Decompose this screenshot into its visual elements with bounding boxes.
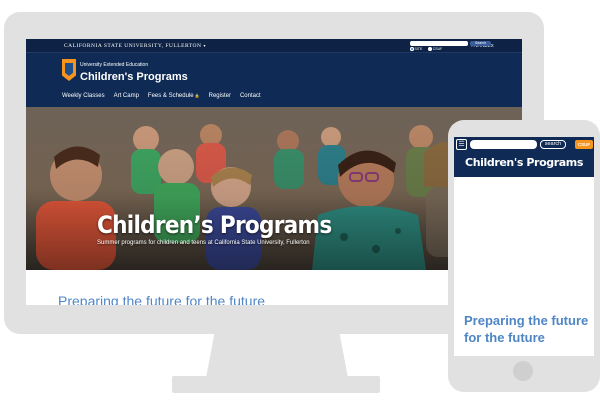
lock-icon: 🔒 (194, 93, 200, 98)
csuf-badge[interactable]: CSUF (575, 140, 593, 149)
nav-fees-schedule-label: Fees & Schedule (147, 93, 194, 99)
scope-label-site: SITE (414, 47, 423, 51)
site-title[interactable]: Children's Programs (80, 71, 188, 83)
home-button[interactable] (513, 361, 533, 381)
mobile-search-input[interactable] (470, 140, 537, 149)
utility-search: Search SITE CSUF (410, 41, 492, 51)
nav-register[interactable]: Register (209, 93, 231, 99)
mobile-phone: ☰ search CSUF Children's Programs Prepar… (448, 120, 600, 392)
monitor-stand-neck (206, 333, 348, 378)
monitor-stand-base (172, 376, 380, 393)
mobile-hero-photo (454, 177, 594, 294)
nav-contact[interactable]: Contact (240, 93, 261, 99)
university-utility-bar: CALIFORNIA STATE UNIVERSITY, FULLERTON ▾… (26, 39, 522, 53)
mobile-page-heading: Preparing the future for the future (464, 313, 589, 345)
scope-radio-csuf[interactable] (428, 47, 432, 51)
mobile-screen: ☰ search CSUF Children's Programs Prepar… (454, 137, 594, 356)
utility-search-input[interactable] (410, 41, 468, 46)
nav-weekly-classes[interactable]: Weekly Classes (62, 93, 105, 99)
main-navigation: Weekly Classes Art Camp Fees & Schedule🔒… (62, 93, 270, 99)
hero-title: Children’s Programs (97, 211, 332, 239)
mobile-search-button[interactable]: search (540, 140, 566, 149)
utility-search-button[interactable]: Search (470, 41, 492, 46)
scope-label-csuf: CSUF (432, 47, 443, 51)
department-name[interactable]: University Extended Education (80, 62, 148, 68)
chevron-down-icon[interactable]: ▾ (204, 43, 206, 48)
hero-subtitle: Summer programs for children and teens a… (97, 240, 310, 246)
site-header: University Extended Education Children's… (26, 53, 522, 107)
scope-radio-site[interactable] (410, 47, 414, 51)
nav-fees-schedule[interactable]: Fees & Schedule🔒 (148, 93, 200, 99)
mobile-top-bar: ☰ search CSUF (454, 137, 594, 152)
university-link[interactable]: CALIFORNIA STATE UNIVERSITY, FULLERTON (64, 43, 202, 49)
mobile-hero (454, 177, 594, 294)
search-scope-radios: SITE CSUF (410, 47, 491, 51)
page-heading: Preparing the future for the future (58, 293, 266, 305)
nav-art-camp[interactable]: Art Camp (114, 93, 139, 99)
hamburger-menu-icon[interactable]: ☰ (456, 139, 467, 150)
mobile-site-title[interactable]: Children's Programs (454, 156, 594, 169)
mobile-site-header: Children's Programs (454, 152, 594, 177)
